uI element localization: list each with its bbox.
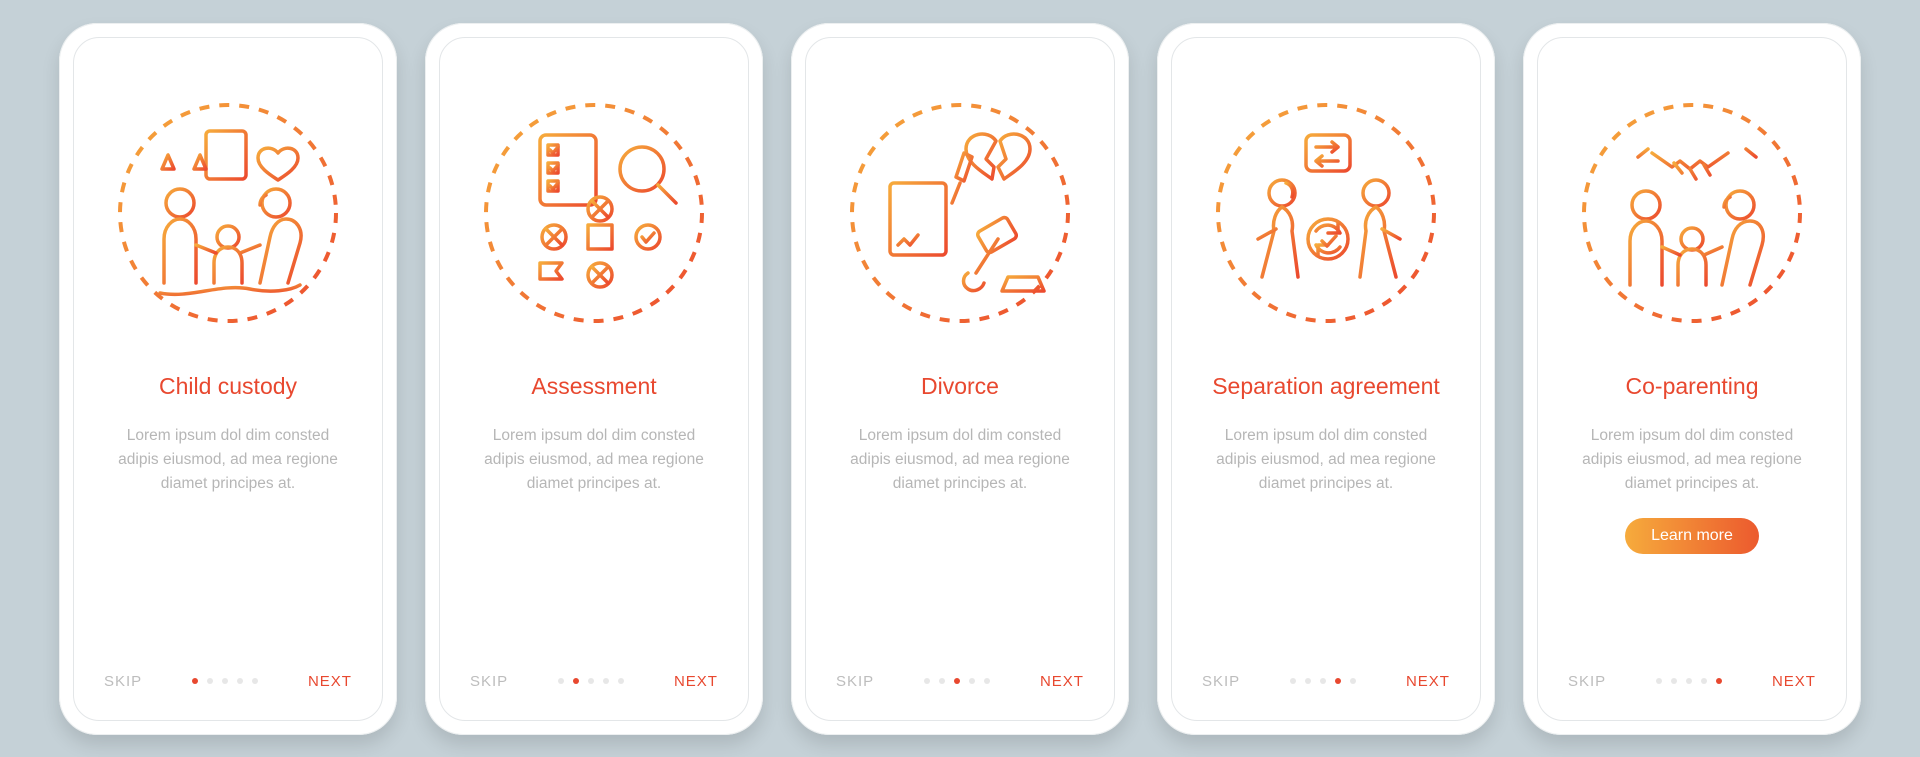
dot[interactable]: [1686, 678, 1692, 684]
dot[interactable]: [222, 678, 228, 684]
dot[interactable]: [558, 678, 564, 684]
screen-title: Divorce: [921, 372, 999, 401]
onboarding-screen: Co-parenting Lorem ipsum dol dim consted…: [1537, 37, 1847, 721]
screen-description: Lorem ipsum dol dim consted adipis eiusm…: [838, 424, 1082, 496]
onboarding-screen: Assessment Lorem ipsum dol dim consted a…: [439, 37, 749, 721]
dot[interactable]: [1335, 678, 1341, 684]
nav-row: SKIP NEXT: [470, 673, 718, 690]
illustration-separation-agreement: [1211, 98, 1441, 328]
dot[interactable]: [984, 678, 990, 684]
next-button[interactable]: NEXT: [1406, 673, 1450, 690]
onboarding-screen: Separation agreement Lorem ipsum dol dim…: [1171, 37, 1481, 721]
dot[interactable]: [1350, 678, 1356, 684]
next-button[interactable]: NEXT: [308, 673, 352, 690]
dot[interactable]: [1290, 678, 1296, 684]
dot[interactable]: [1320, 678, 1326, 684]
illustration-assessment: [479, 98, 709, 328]
dot[interactable]: [207, 678, 213, 684]
dot[interactable]: [939, 678, 945, 684]
dot[interactable]: [1701, 678, 1707, 684]
screen-title: Child custody: [159, 372, 297, 401]
page-indicator: [924, 678, 990, 684]
nav-row: SKIP NEXT: [104, 673, 352, 690]
screen-title: Separation agreement: [1212, 372, 1440, 401]
skip-button[interactable]: SKIP: [104, 673, 142, 690]
screen-description: Lorem ipsum dol dim consted adipis eiusm…: [472, 424, 716, 496]
skip-button[interactable]: SKIP: [1568, 673, 1606, 690]
page-indicator: [192, 678, 258, 684]
page-indicator: [1656, 678, 1722, 684]
phone-frame: Co-parenting Lorem ipsum dol dim consted…: [1523, 23, 1861, 735]
dot[interactable]: [969, 678, 975, 684]
nav-row: SKIP NEXT: [1202, 673, 1450, 690]
dot[interactable]: [252, 678, 258, 684]
dot[interactable]: [237, 678, 243, 684]
phone-frame: Assessment Lorem ipsum dol dim consted a…: [425, 23, 763, 735]
dot[interactable]: [954, 678, 960, 684]
screen-title: Assessment: [531, 372, 656, 401]
dot[interactable]: [924, 678, 930, 684]
illustration-divorce: [845, 98, 1075, 328]
next-button[interactable]: NEXT: [1772, 673, 1816, 690]
screen-description: Lorem ipsum dol dim consted adipis eiusm…: [1570, 424, 1814, 496]
dot[interactable]: [1656, 678, 1662, 684]
phone-frame: Child custody Lorem ipsum dol dim conste…: [59, 23, 397, 735]
dot[interactable]: [1716, 678, 1722, 684]
phone-frame: Separation agreement Lorem ipsum dol dim…: [1157, 23, 1495, 735]
dot[interactable]: [588, 678, 594, 684]
next-button[interactable]: NEXT: [1040, 673, 1084, 690]
nav-row: SKIP NEXT: [836, 673, 1084, 690]
phone-frame: Divorce Lorem ipsum dol dim consted adip…: [791, 23, 1129, 735]
skip-button[interactable]: SKIP: [470, 673, 508, 690]
onboarding-screen: Divorce Lorem ipsum dol dim consted adip…: [805, 37, 1115, 721]
learn-more-button[interactable]: Learn more: [1625, 518, 1759, 554]
onboarding-screen: Child custody Lorem ipsum dol dim conste…: [73, 37, 383, 721]
phone-row: Child custody Lorem ipsum dol dim conste…: [59, 23, 1861, 735]
dot[interactable]: [618, 678, 624, 684]
dot[interactable]: [603, 678, 609, 684]
illustration-child-custody: [113, 98, 343, 328]
screen-description: Lorem ipsum dol dim consted adipis eiusm…: [1204, 424, 1448, 496]
dot[interactable]: [1671, 678, 1677, 684]
screen-title: Co-parenting: [1626, 372, 1759, 401]
next-button[interactable]: NEXT: [674, 673, 718, 690]
page-indicator: [558, 678, 624, 684]
skip-button[interactable]: SKIP: [1202, 673, 1240, 690]
skip-button[interactable]: SKIP: [836, 673, 874, 690]
screen-description: Lorem ipsum dol dim consted adipis eiusm…: [106, 424, 350, 496]
dot[interactable]: [573, 678, 579, 684]
illustration-co-parenting: [1577, 98, 1807, 328]
page-indicator: [1290, 678, 1356, 684]
dot[interactable]: [192, 678, 198, 684]
nav-row: SKIP NEXT: [1568, 673, 1816, 690]
dot[interactable]: [1305, 678, 1311, 684]
